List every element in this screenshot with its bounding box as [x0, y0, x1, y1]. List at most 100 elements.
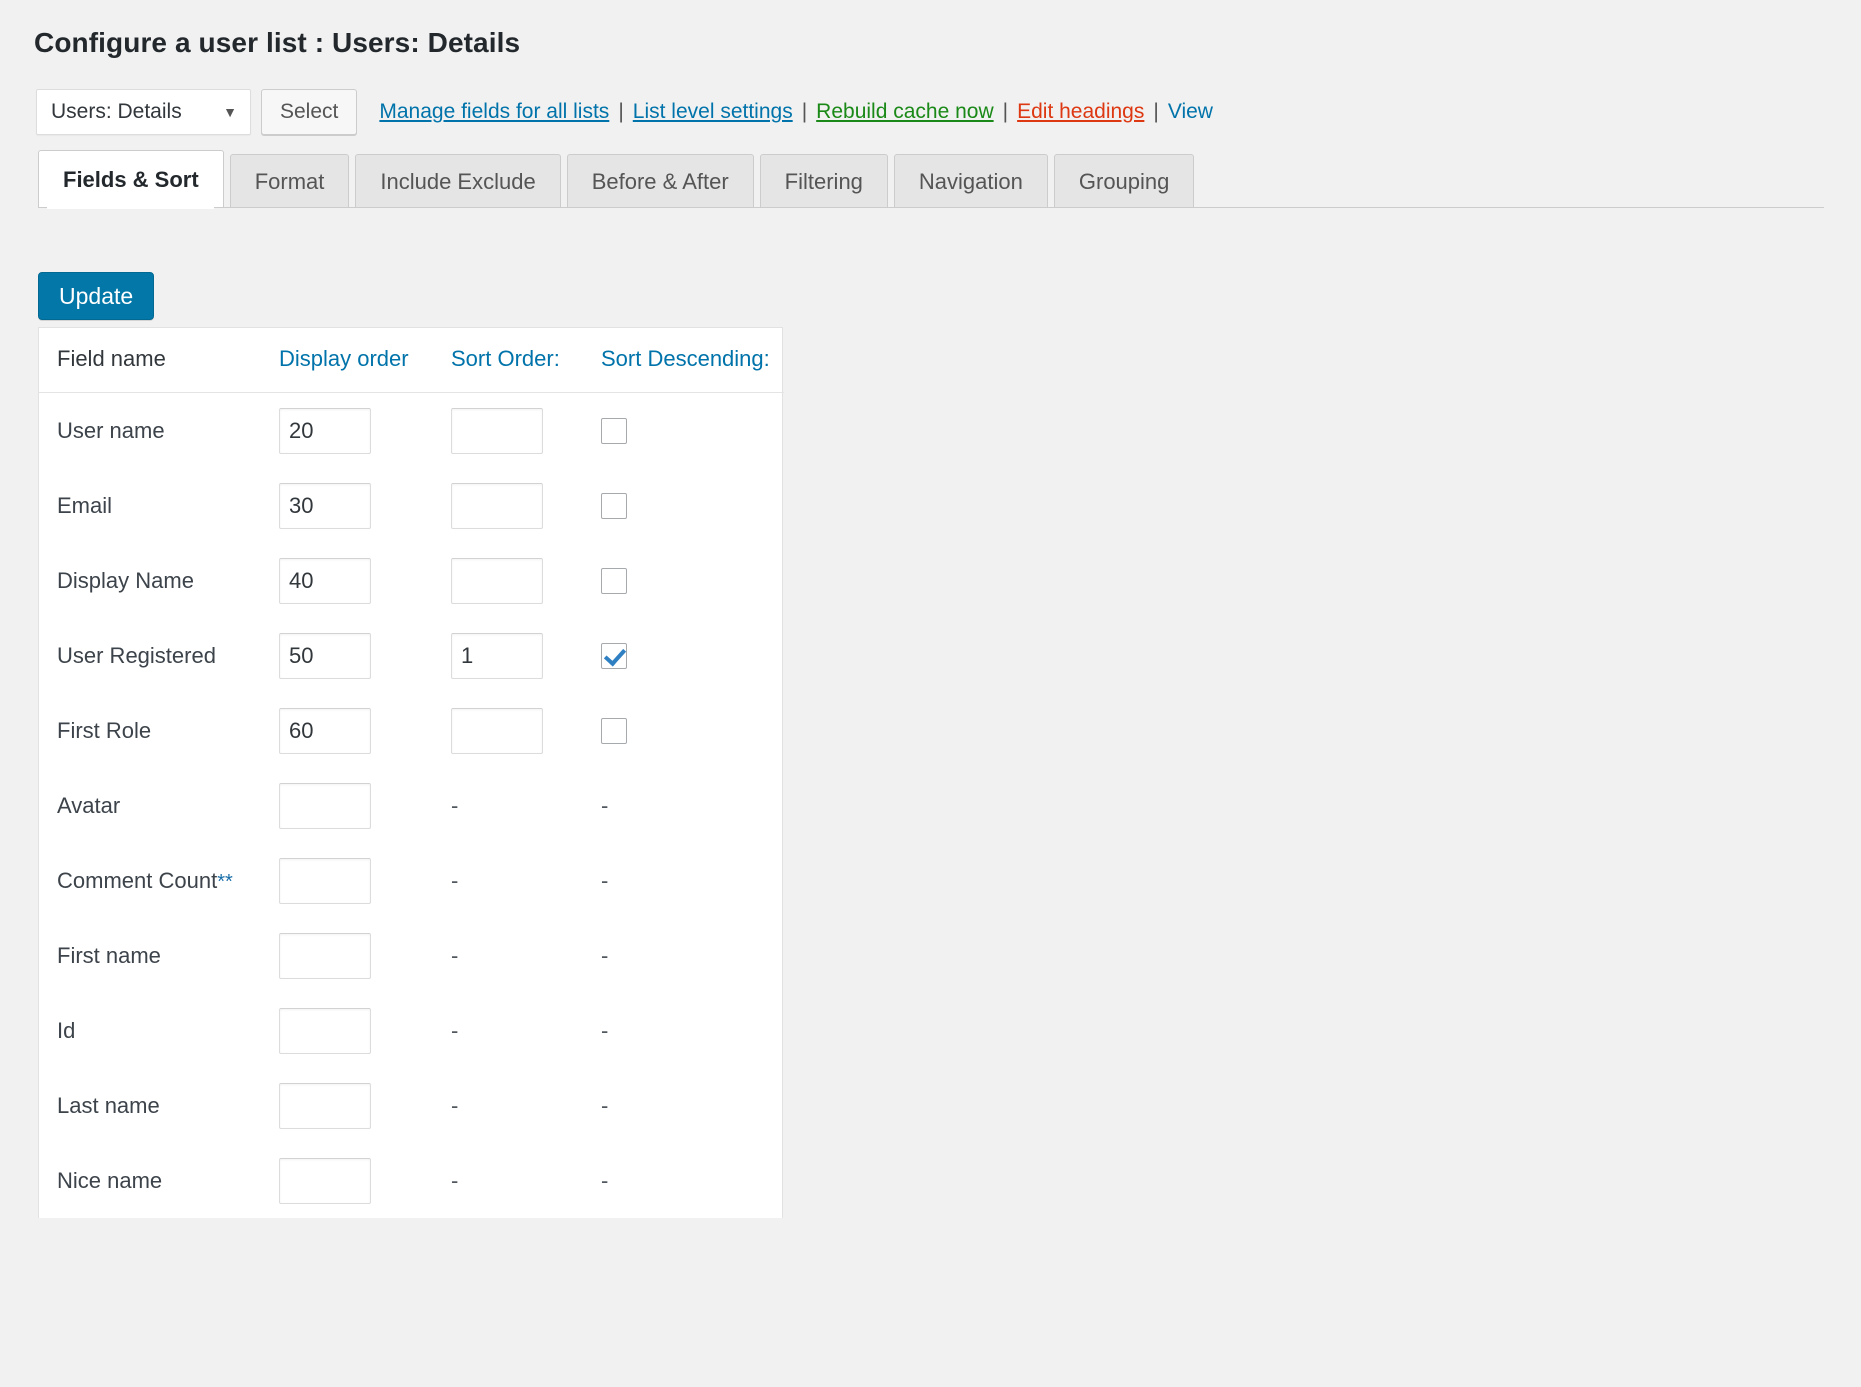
sort-descending-checkbox-checked[interactable] — [601, 643, 627, 670]
dash-placeholder: - — [451, 1167, 459, 1193]
field-name-label: Comment Count — [57, 867, 218, 893]
sort-order-cell-empty: - — [451, 1068, 601, 1143]
field-name-label: Nice name — [57, 1167, 163, 1193]
link-view[interactable]: View — [1168, 100, 1213, 124]
tab-filtering[interactable]: Filtering — [759, 154, 888, 208]
display-order-input[interactable] — [279, 857, 371, 904]
field-name-label: First Role — [57, 717, 152, 743]
column-header-field-name: Field name — [39, 328, 279, 393]
table-row: User name — [39, 393, 784, 469]
tab-fields-and-sort[interactable]: Fields & Sort — [38, 150, 224, 208]
sort-order-cell-empty: - — [451, 768, 601, 843]
field-name-cell: Avatar — [39, 768, 279, 843]
display-order-input[interactable] — [279, 782, 371, 829]
display-order-cell — [279, 543, 451, 618]
sort-order-cell-empty: - — [451, 993, 601, 1068]
tab-grouping[interactable]: Grouping — [1053, 154, 1195, 208]
sort-descending-cell-empty: - — [601, 1143, 784, 1218]
sort-descending-checkbox[interactable] — [601, 718, 627, 745]
sort-order-cell-empty: - — [451, 843, 601, 918]
display-order-input[interactable] — [279, 707, 371, 754]
field-name-cell: First Role — [39, 693, 279, 768]
dash-placeholder: - — [601, 792, 609, 818]
sort-order-input[interactable] — [451, 632, 543, 679]
display-order-input[interactable] — [279, 482, 371, 529]
field-name-cell: Email — [39, 468, 279, 543]
display-order-input[interactable] — [279, 1007, 371, 1054]
sort-descending-cell — [601, 543, 784, 618]
sort-descending-checkbox[interactable] — [601, 493, 627, 520]
sort-descending-cell — [601, 693, 784, 768]
sort-order-cell-empty: - — [451, 1143, 601, 1218]
link-rebuild-cache-now[interactable]: Rebuild cache now — [816, 100, 993, 124]
dash-placeholder: - — [601, 867, 609, 893]
display-order-input[interactable] — [279, 932, 371, 979]
tab-include-exclude[interactable]: Include Exclude — [355, 154, 561, 208]
column-header-display-order[interactable]: Display order — [279, 328, 451, 393]
field-name-asterisks: ** — [217, 870, 233, 893]
link-list-level-settings[interactable]: List level settings — [633, 100, 793, 124]
field-name-label: User name — [57, 417, 165, 443]
display-order-cell — [279, 843, 451, 918]
toolbar-links: Manage fields for all lists | List level… — [379, 100, 1213, 124]
field-name-cell: Id — [39, 993, 279, 1068]
display-order-input[interactable] — [279, 632, 371, 679]
display-order-input[interactable] — [279, 407, 371, 454]
field-name-label: Display Name — [57, 567, 194, 593]
tab-navigation[interactable]: Navigation — [893, 154, 1048, 208]
display-order-input[interactable] — [279, 1082, 371, 1129]
tab-before-and-after[interactable]: Before & After — [566, 154, 754, 208]
sort-order-input[interactable] — [451, 557, 543, 604]
sort-descending-cell-empty: - — [601, 843, 784, 918]
column-header-sort-order[interactable]: Sort Order: — [451, 328, 601, 393]
admin-page: Configure a user list : Users: Details U… — [0, 0, 1861, 1387]
sort-descending-cell — [601, 618, 784, 693]
tab-bar-underline — [38, 207, 1824, 208]
dash-placeholder: - — [601, 1092, 609, 1118]
display-order-cell — [279, 918, 451, 993]
display-order-input[interactable] — [279, 1157, 371, 1204]
field-name-label: Last name — [57, 1092, 160, 1118]
table-row: User Registered — [39, 618, 784, 693]
display-order-cell — [279, 1143, 451, 1218]
sort-order-cell — [451, 693, 601, 768]
dash-placeholder: - — [451, 792, 459, 818]
sort-descending-cell — [601, 393, 784, 469]
list-select-dropdown[interactable]: Users: Details ▼ — [36, 89, 251, 135]
field-name-label: Email — [57, 492, 113, 518]
sort-descending-checkbox[interactable] — [601, 568, 627, 595]
sort-descending-cell-empty: - — [601, 768, 784, 843]
update-button[interactable]: Update — [38, 272, 155, 320]
dash-placeholder: - — [601, 1167, 609, 1193]
field-name-cell: Nice name — [39, 1143, 279, 1218]
dash-placeholder: - — [451, 942, 459, 968]
sort-order-input[interactable] — [451, 707, 543, 754]
tab-format[interactable]: Format — [229, 154, 350, 208]
table-row: Email — [39, 468, 784, 543]
display-order-cell — [279, 768, 451, 843]
field-name-cell: User name — [39, 393, 279, 469]
field-name-cell: User Registered — [39, 618, 279, 693]
sort-descending-checkbox[interactable] — [601, 418, 627, 445]
display-order-input[interactable] — [279, 557, 371, 604]
sort-descending-cell-empty: - — [601, 918, 784, 993]
sort-order-cell — [451, 543, 601, 618]
field-name-cell: Comment Count** — [39, 843, 279, 918]
column-header-sort-descending[interactable]: Sort Descending: — [601, 328, 784, 393]
fields-table-header-row: Field name Display order Sort Order: Sor… — [39, 328, 784, 393]
fields-and-sort-panel: Field name Display order Sort Order: Sor… — [38, 327, 784, 1218]
sort-order-input[interactable] — [451, 407, 543, 454]
field-name-label: User Registered — [57, 642, 216, 668]
dash-placeholder: - — [451, 1092, 459, 1118]
field-name-cell: First name — [39, 918, 279, 993]
table-row: Display Name — [39, 543, 784, 618]
sort-order-input[interactable] — [451, 482, 543, 529]
sort-order-cell-empty: - — [451, 918, 601, 993]
field-name-cell: Display Name — [39, 543, 279, 618]
select-button[interactable]: Select — [261, 89, 358, 135]
dash-placeholder: - — [451, 867, 459, 893]
field-name-label: Avatar — [57, 792, 121, 818]
chevron-down-icon: ▼ — [223, 104, 237, 120]
link-manage-fields-for-all-lists[interactable]: Manage fields for all lists — [379, 100, 609, 124]
link-edit-headings[interactable]: Edit headings — [1017, 100, 1144, 124]
